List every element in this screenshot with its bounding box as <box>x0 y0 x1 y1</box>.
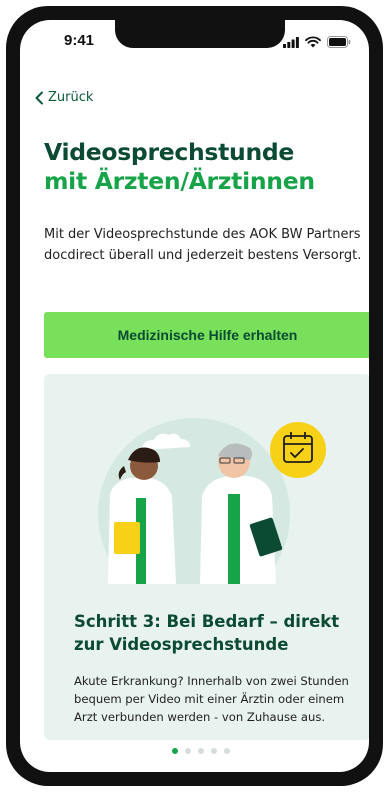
phone-frame: 9:41 Zurück Videosprechstunde mit Ärzten… <box>6 6 383 786</box>
page-title: Videosprechstunde mit Ärzten/Ärztinnen <box>44 138 364 196</box>
page-dot-5[interactable] <box>223 748 230 754</box>
title-line-1: Videosprechstunde <box>44 138 295 166</box>
intro-text: Mit der Videosprechstunde des AOK BW Par… <box>44 227 362 263</box>
get-medical-help-button[interactable]: Medizinische Hilfe erhalten <box>44 312 369 358</box>
step-description: Akute Erkrankung? Innerhalb von zwei Stu… <box>74 674 349 724</box>
app-screen: 9:41 Zurück Videosprechstunde mit Ärzten… <box>20 20 369 772</box>
back-chevron-icon <box>35 91 43 104</box>
wifi-icon <box>305 36 321 48</box>
page-dot-3[interactable] <box>197 748 204 754</box>
step-card: Schritt 3: Bei Bedarf – direkt zur Video… <box>44 374 369 740</box>
back-button[interactable]: Zurück <box>34 90 93 105</box>
device-notch <box>115 20 285 48</box>
step-title: Schritt 3: Bei Bedarf – direkt zur Video… <box>74 612 340 654</box>
status-time: 9:41 <box>64 32 95 49</box>
pagination-dots <box>20 748 369 754</box>
doctors-illustration <box>98 418 326 584</box>
page-dot-4[interactable] <box>210 748 217 754</box>
page-dot-2[interactable] <box>184 748 191 754</box>
title-line-2: mit Ärzten/Ärztinnen <box>44 167 315 195</box>
back-label: Zurück <box>48 90 94 105</box>
status-icons <box>283 36 351 48</box>
page-dot-1[interactable] <box>171 748 178 754</box>
battery-icon <box>327 36 351 48</box>
signal-icon <box>283 36 299 48</box>
